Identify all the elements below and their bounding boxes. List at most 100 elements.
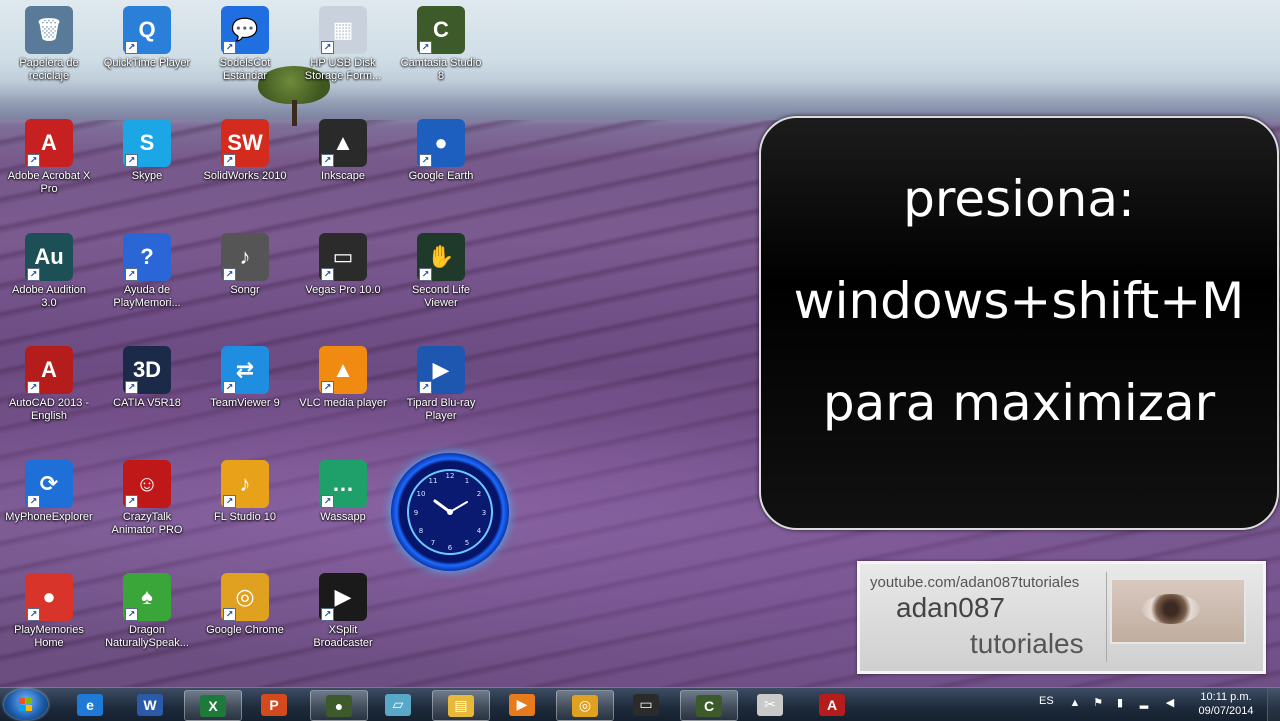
desktop-icon-label: PlayMemories Home	[14, 624, 84, 649]
svg-text:11: 11	[429, 477, 438, 485]
desktop-icon-label: Google Earth	[408, 170, 474, 182]
ayuda-de-playmemori-icon: ? ↗	[123, 233, 171, 281]
autocad-button[interactable]: A	[804, 690, 860, 719]
desktop-icon-sodelscot-est-ndar[interactable]: 💬 ↗ SodelsCot Estándar	[196, 6, 294, 83]
action-center-icon[interactable]: ⚑	[1092, 697, 1104, 709]
shortcut-arrow-icon: ↗	[321, 495, 334, 508]
network-icon[interactable]: ▂	[1138, 697, 1150, 709]
taskbar: e W X P ● ▱ ▤ ▶ ◎ ▭ C ✂ A ES ▲ ⚑ ▮ ▂ ◀ 10:11 p.m. 09…	[0, 687, 1280, 721]
show-desktop-button[interactable]	[1267, 688, 1280, 721]
autocad-2013-english-icon: A ↗	[25, 346, 73, 394]
watermark-url: youtube.com/adan087tutoriales	[870, 574, 1080, 591]
powerpoint-button[interactable]: P	[246, 690, 302, 719]
wallpaper-hills	[0, 80, 1280, 120]
camtasia-button[interactable]: C	[680, 690, 738, 721]
desktop[interactable]: 🗑 Papelera de reciclaje Q ↗ QuickTime Player…	[0, 0, 1280, 687]
internet-explorer-button[interactable]: e	[62, 690, 118, 719]
desktop-icon-label: XSplit Broadcaster	[313, 624, 373, 649]
myphoneexplorer-icon: ⟳ ↗	[25, 460, 73, 508]
desktop-icon-second-life-viewer[interactable]: ✋ ↗ Second Life Viewer	[392, 233, 490, 310]
desktop-icon-solidworks-2010[interactable]: SW ↗ SolidWorks 2010	[196, 119, 294, 183]
desktop-icon-inkscape[interactable]: ▲ ↗ Inkscape	[294, 119, 392, 183]
shortcut-arrow-icon: ↗	[321, 41, 334, 54]
desktop-icon-fl-studio-10[interactable]: ♪ ↗ FL Studio 10	[196, 460, 294, 524]
desktop-icon-myphoneexplorer[interactable]: ⟳ ↗ MyPhoneExplorer	[0, 460, 98, 524]
shortcut-arrow-icon: ↗	[125, 154, 138, 167]
desktop-icon-label: Second Life Viewer	[411, 284, 471, 309]
desktop-icon-xsplit-broadcaster[interactable]: ▶ ↗ XSplit Broadcaster	[294, 573, 392, 650]
desktop-icon-vlc-media-player[interactable]: ▲ ↗ VLC media player	[294, 346, 392, 410]
powerpoint-icon: P	[261, 693, 287, 716]
desktop-icon-google-chrome[interactable]: ◎ ↗ Google Chrome	[196, 573, 294, 637]
google-earth-icon: ● ↗	[417, 119, 465, 167]
desktop-icon-label: TeamViewer 9	[210, 397, 280, 409]
desktop-icon-autocad-2013-english[interactable]: A ↗ AutoCAD 2013 - English	[0, 346, 98, 423]
desktop-icon-google-earth[interactable]: ● ↗ Google Earth	[392, 119, 490, 183]
desktop-icon-quicktime-player[interactable]: Q ↗ QuickTime Player	[98, 6, 196, 70]
media-player-button[interactable]: ▶	[494, 690, 550, 719]
desktop-icon-label: Tipard Blu-ray Player	[406, 397, 476, 422]
notepad-app-button[interactable]: ▱	[370, 690, 426, 719]
excel-button[interactable]: X	[184, 690, 242, 721]
desktop-icon-crazytalk-animator-pro[interactable]: ☺ ↗ CrazyTalk Animator PRO	[98, 460, 196, 537]
svg-text:7: 7	[431, 539, 435, 547]
desktop-icon-dragon-naturallyspeak[interactable]: ♠ ↗ Dragon NaturallySpeak...	[98, 573, 196, 650]
notepad-app-icon: ▱	[385, 693, 411, 716]
catia-v5r18-icon: 3D ↗	[123, 346, 171, 394]
xsplit-broadcaster-icon: ▶ ↗	[319, 573, 367, 621]
desktop-icon-tipard-blu-ray-player[interactable]: ▶ ↗ Tipard Blu-ray Player	[392, 346, 490, 423]
desktop-icon-wassapp[interactable]: … ↗ Wassapp	[294, 460, 392, 524]
desktop-icon-camtasia-studio-8[interactable]: C ↗ Camtasia Studio 8	[392, 6, 490, 83]
shortcut-arrow-icon: ↗	[419, 268, 432, 281]
paint-button[interactable]: ✂	[742, 690, 798, 719]
desktop-icon-songr[interactable]: ♪ ↗ Songr	[196, 233, 294, 297]
word-button[interactable]: W	[122, 690, 178, 719]
shortcut-arrow-icon: ↗	[321, 608, 334, 621]
instruction-overlay: presiona: windows+shift+M para maximizar	[759, 116, 1279, 530]
vegas-button[interactable]: ▭	[618, 690, 674, 719]
songr-icon: ♪ ↗	[221, 233, 269, 281]
shortcut-arrow-icon: ↗	[125, 381, 138, 394]
desktop-icon-ayuda-de-playmemori[interactable]: ? ↗ Ayuda de PlayMemori...	[98, 233, 196, 310]
system-tray: ES ▲ ⚑ ▮ ▂ ◀ 10:11 p.m. 09/07/2014	[1030, 688, 1280, 721]
desktop-icon-playmemories-home[interactable]: ● ↗ PlayMemories Home	[0, 573, 98, 650]
desktop-icon-vegas-pro-10-0[interactable]: ▭ ↗ Vegas Pro 10.0	[294, 233, 392, 297]
language-indicator[interactable]: ES	[1039, 695, 1054, 707]
clock[interactable]: 10:11 p.m. 09/07/2014	[1194, 690, 1258, 718]
explorer-button[interactable]: ▤	[432, 690, 490, 721]
camtasia-studio-8-icon: C ↗	[417, 6, 465, 54]
volume-icon[interactable]: ◀	[1164, 697, 1176, 709]
desktop-icon-label: Wassapp	[320, 511, 366, 523]
start-button[interactable]	[4, 689, 48, 720]
show-hidden-icons-icon[interactable]: ▲	[1069, 697, 1081, 709]
solidworks-2010-icon: SW ↗	[221, 119, 269, 167]
desktop-icon-label: Papelera de reciclaje	[19, 57, 79, 82]
desktop-icon-label: Ayuda de PlayMemori...	[113, 284, 181, 309]
google-chrome-icon: ◎ ↗	[221, 573, 269, 621]
svg-text:5: 5	[465, 539, 469, 547]
desktop-icon-teamviewer-9[interactable]: ⇄ ↗ TeamViewer 9	[196, 346, 294, 410]
overlay-line-1: presiona:	[903, 170, 1135, 228]
desktop-icon-label: FL Studio 10	[214, 511, 276, 523]
svg-text:10: 10	[417, 490, 426, 498]
svg-text:2: 2	[477, 490, 481, 498]
svg-text:1: 1	[465, 477, 469, 485]
fl-studio-10-icon: ♪ ↗	[221, 460, 269, 508]
desktop-icon-adobe-acrobat-x-pro[interactable]: A ↗ Adobe Acrobat X Pro	[0, 119, 98, 196]
svg-text:6: 6	[448, 544, 453, 552]
desktop-icon-hp-usb-disk-storage-form[interactable]: ▦ ↗ HP USB Disk Storage Form...	[294, 6, 392, 83]
desktop-icon-catia-v5r18[interactable]: 3D ↗ CATIA V5R18	[98, 346, 196, 410]
desktop-icon-skype[interactable]: S ↗ Skype	[98, 119, 196, 183]
teamviewer-9-icon: ⇄ ↗	[221, 346, 269, 394]
clock-gadget[interactable]: 12 1 2 3 45 6 78 9 10 11	[391, 453, 509, 571]
power-icon[interactable]: ▮	[1114, 697, 1126, 709]
desktop-icon-label: Inkscape	[320, 170, 366, 182]
chrome-button[interactable]: ◎	[556, 690, 614, 721]
camtasia-recorder-button[interactable]: ●	[310, 690, 368, 721]
shortcut-arrow-icon: ↗	[223, 154, 236, 167]
paint-icon: ✂	[757, 693, 783, 716]
shortcut-arrow-icon: ↗	[27, 608, 40, 621]
desktop-icon-adobe-audition-3-0[interactable]: Au ↗ Adobe Audition 3.0	[0, 233, 98, 310]
desktop-icon-papelera-de-reciclaje[interactable]: 🗑 Papelera de reciclaje	[0, 6, 98, 83]
media-player-icon: ▶	[509, 693, 535, 716]
